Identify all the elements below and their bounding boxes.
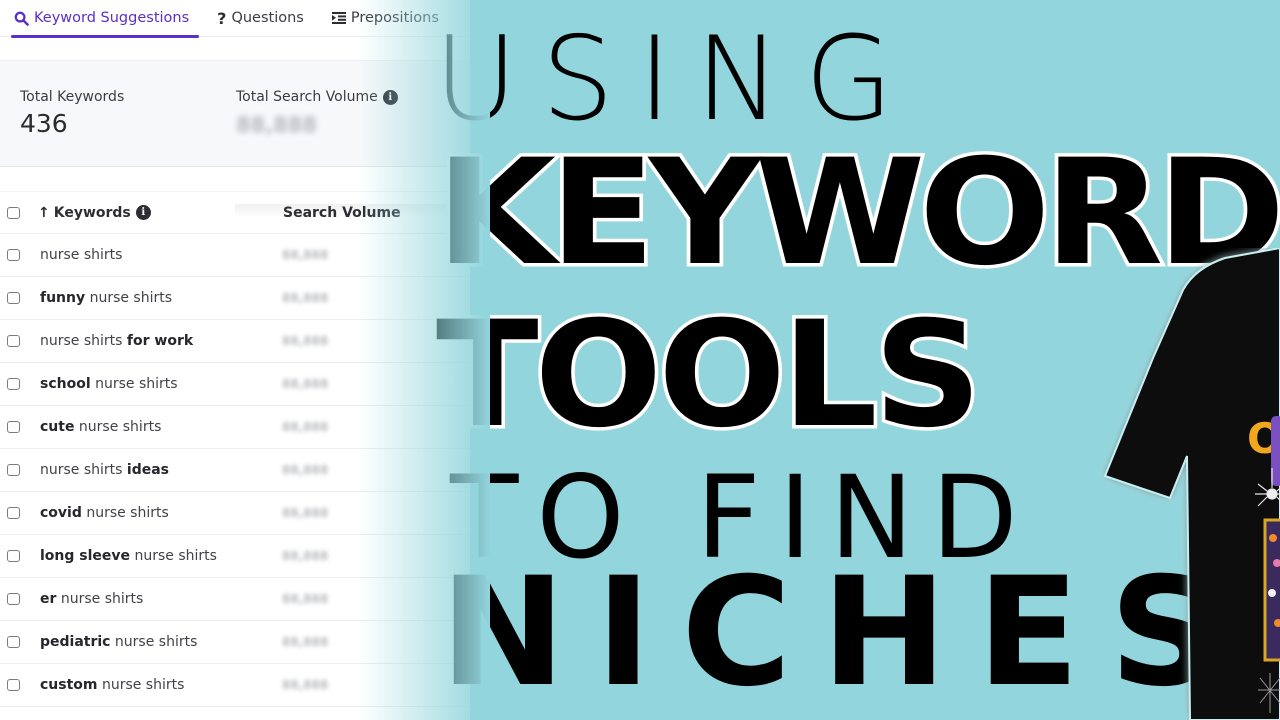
keyword-text: cute nurse shirts <box>40 419 161 435</box>
row-checkbox[interactable] <box>7 593 20 605</box>
keyword-modifier: ideas <box>126 462 170 478</box>
indent-list-icon <box>331 12 346 24</box>
keyword-text: nurse shirts <box>40 247 122 263</box>
tshirt-body <box>1103 248 1280 720</box>
table-row[interactable]: pediatric nurse shirts 88,888 <box>0 621 470 664</box>
table-row[interactable]: school nurse shirts 88,888 <box>0 363 470 406</box>
search-volume-value: 88,888 <box>282 635 329 649</box>
question-icon: ? <box>217 8 227 28</box>
row-checkbox[interactable] <box>7 550 20 562</box>
headline-line-tools: TOOLS <box>432 290 985 460</box>
search-volume-value: 88,888 <box>282 678 329 692</box>
search-volume-value: 88,888 <box>282 549 329 563</box>
keyword-modifier: pediatric <box>40 634 111 650</box>
row-checkbox[interactable] <box>7 464 20 476</box>
keyword-text: pediatric nurse shirts <box>40 634 197 650</box>
row-checkbox[interactable] <box>7 249 20 261</box>
keyword-text: funny nurse shirts <box>40 290 172 306</box>
info-icon[interactable]: i <box>382 89 398 105</box>
total-keywords-stat: Total Keywords 436 <box>20 89 124 138</box>
sort-ascending-icon: ↑ <box>38 204 50 221</box>
search-volume-value: 88,888 <box>282 506 329 520</box>
keyword-post: nurse shirts <box>110 634 198 650</box>
total-search-volume-stat: Total Search Volume i 88,888 <box>236 89 398 137</box>
keyword-text: er nurse shirts <box>40 591 143 607</box>
search-volume-value: 88,888 <box>282 291 329 305</box>
tab-prepositions[interactable]: Prepositions <box>318 0 453 37</box>
search-volume-value: 88,888 <box>282 377 329 391</box>
keyword-text: nurse shirts ideas <box>40 462 169 478</box>
table-body: nurse shirts 88,888 funny nurse shirts 8… <box>0 234 470 707</box>
table-row[interactable]: er nurse shirts 88,888 <box>0 578 470 621</box>
keyword-post: nurse shirts <box>130 548 217 564</box>
keyword-modifier: school <box>40 376 91 392</box>
search-volume-column-header[interactable]: Search Volume <box>283 205 401 221</box>
select-all-checkbox[interactable] <box>7 206 20 219</box>
search-icon <box>14 11 29 26</box>
tab-label: Questions <box>231 10 304 26</box>
tab-bar: Keyword Suggestions ? Questions Preposit… <box>0 0 470 38</box>
tab-questions[interactable]: ? Questions <box>203 0 318 37</box>
keyword-modifier: custom <box>40 677 98 693</box>
total-search-volume-value: 88,888 <box>236 113 318 137</box>
keyword-post: nurse shirts <box>40 247 123 263</box>
tshirt-image: ON <box>1103 248 1280 720</box>
search-volume-value: 88,888 <box>282 248 329 262</box>
search-volume-value: 88,888 <box>282 420 329 434</box>
table-row[interactable]: custom nurse shirts 88,888 <box>0 664 470 707</box>
keyword-post: nurse shirts <box>56 591 144 607</box>
keyword-modifier: er <box>40 591 57 607</box>
table-row[interactable]: nurse shirts for work 88,888 <box>0 320 470 363</box>
keyword-modifier: covid <box>40 505 82 521</box>
keyword-modifier: cute <box>40 419 75 435</box>
keyword-pre: nurse shirts <box>40 333 127 349</box>
keyword-modifier: for work <box>126 333 194 349</box>
keyword-pre: nurse shirts <box>40 462 127 478</box>
info-icon[interactable]: i <box>135 205 151 220</box>
row-checkbox[interactable] <box>7 378 20 390</box>
row-checkbox[interactable] <box>7 292 20 304</box>
keyword-modifier: long sleeve <box>40 548 131 564</box>
search-volume-value: 88,888 <box>282 334 329 348</box>
keywords-column-header[interactable]: ↑ Keywords i <box>38 205 151 221</box>
keyword-modifier: funny <box>40 290 86 306</box>
keywords-header-label: Keywords <box>53 204 131 221</box>
search-volume-value: 88,888 <box>282 463 329 477</box>
table-row[interactable]: covid nurse shirts 88,888 <box>0 492 470 535</box>
headline-line-using: USING <box>434 10 918 147</box>
total-search-volume-label-wrap: Total Search Volume i <box>236 89 398 105</box>
row-checkbox[interactable] <box>7 421 20 433</box>
keyword-tool-panel: Keyword Suggestions ? Questions Preposit… <box>0 0 470 720</box>
total-keywords-label: Total Keywords <box>20 89 125 105</box>
keyword-post: nurse shirts <box>90 376 178 392</box>
table-row[interactable]: long sleeve nurse shirts 88,888 <box>0 535 470 578</box>
keyword-text: school nurse shirts <box>40 376 178 392</box>
tab-label: Keyword Suggestions <box>34 10 190 26</box>
total-keywords-value: 436 <box>20 109 68 138</box>
row-checkbox[interactable] <box>7 636 20 648</box>
tab-label: Prepositions <box>350 10 439 26</box>
keyword-post: nurse shirts <box>97 677 185 693</box>
keyword-post: nurse shirts <box>81 505 169 521</box>
keyword-text: custom nurse shirts <box>40 677 184 693</box>
keyword-text: covid nurse shirts <box>40 505 169 521</box>
total-search-volume-label: Total Search Volume <box>236 89 378 105</box>
keyword-post: nurse shirts <box>74 419 162 435</box>
table-row[interactable]: cute nurse shirts 88,888 <box>0 406 470 449</box>
table-header: ↑ Keywords i Search Volume <box>0 191 470 234</box>
row-checkbox[interactable] <box>7 507 20 519</box>
search-volume-value: 88,888 <box>282 592 329 606</box>
stats-panel: Total Keywords 436 Total Search Volume i… <box>0 60 470 218</box>
keyword-post: nurse shirts <box>85 290 173 306</box>
keywords-table: ↑ Keywords i Search Volume nurse shirts … <box>0 191 470 707</box>
tab-keyword-suggestions[interactable]: Keyword Suggestions <box>0 0 203 38</box>
table-row[interactable]: nurse shirts ideas 88,888 <box>0 449 470 492</box>
row-checkbox[interactable] <box>7 335 20 347</box>
table-row[interactable]: nurse shirts 88,888 <box>0 234 470 277</box>
keyword-text: long sleeve nurse shirts <box>40 548 217 564</box>
keyword-text: nurse shirts for work <box>40 333 193 349</box>
table-row[interactable]: funny nurse shirts 88,888 <box>0 277 470 320</box>
row-checkbox[interactable] <box>7 679 20 691</box>
